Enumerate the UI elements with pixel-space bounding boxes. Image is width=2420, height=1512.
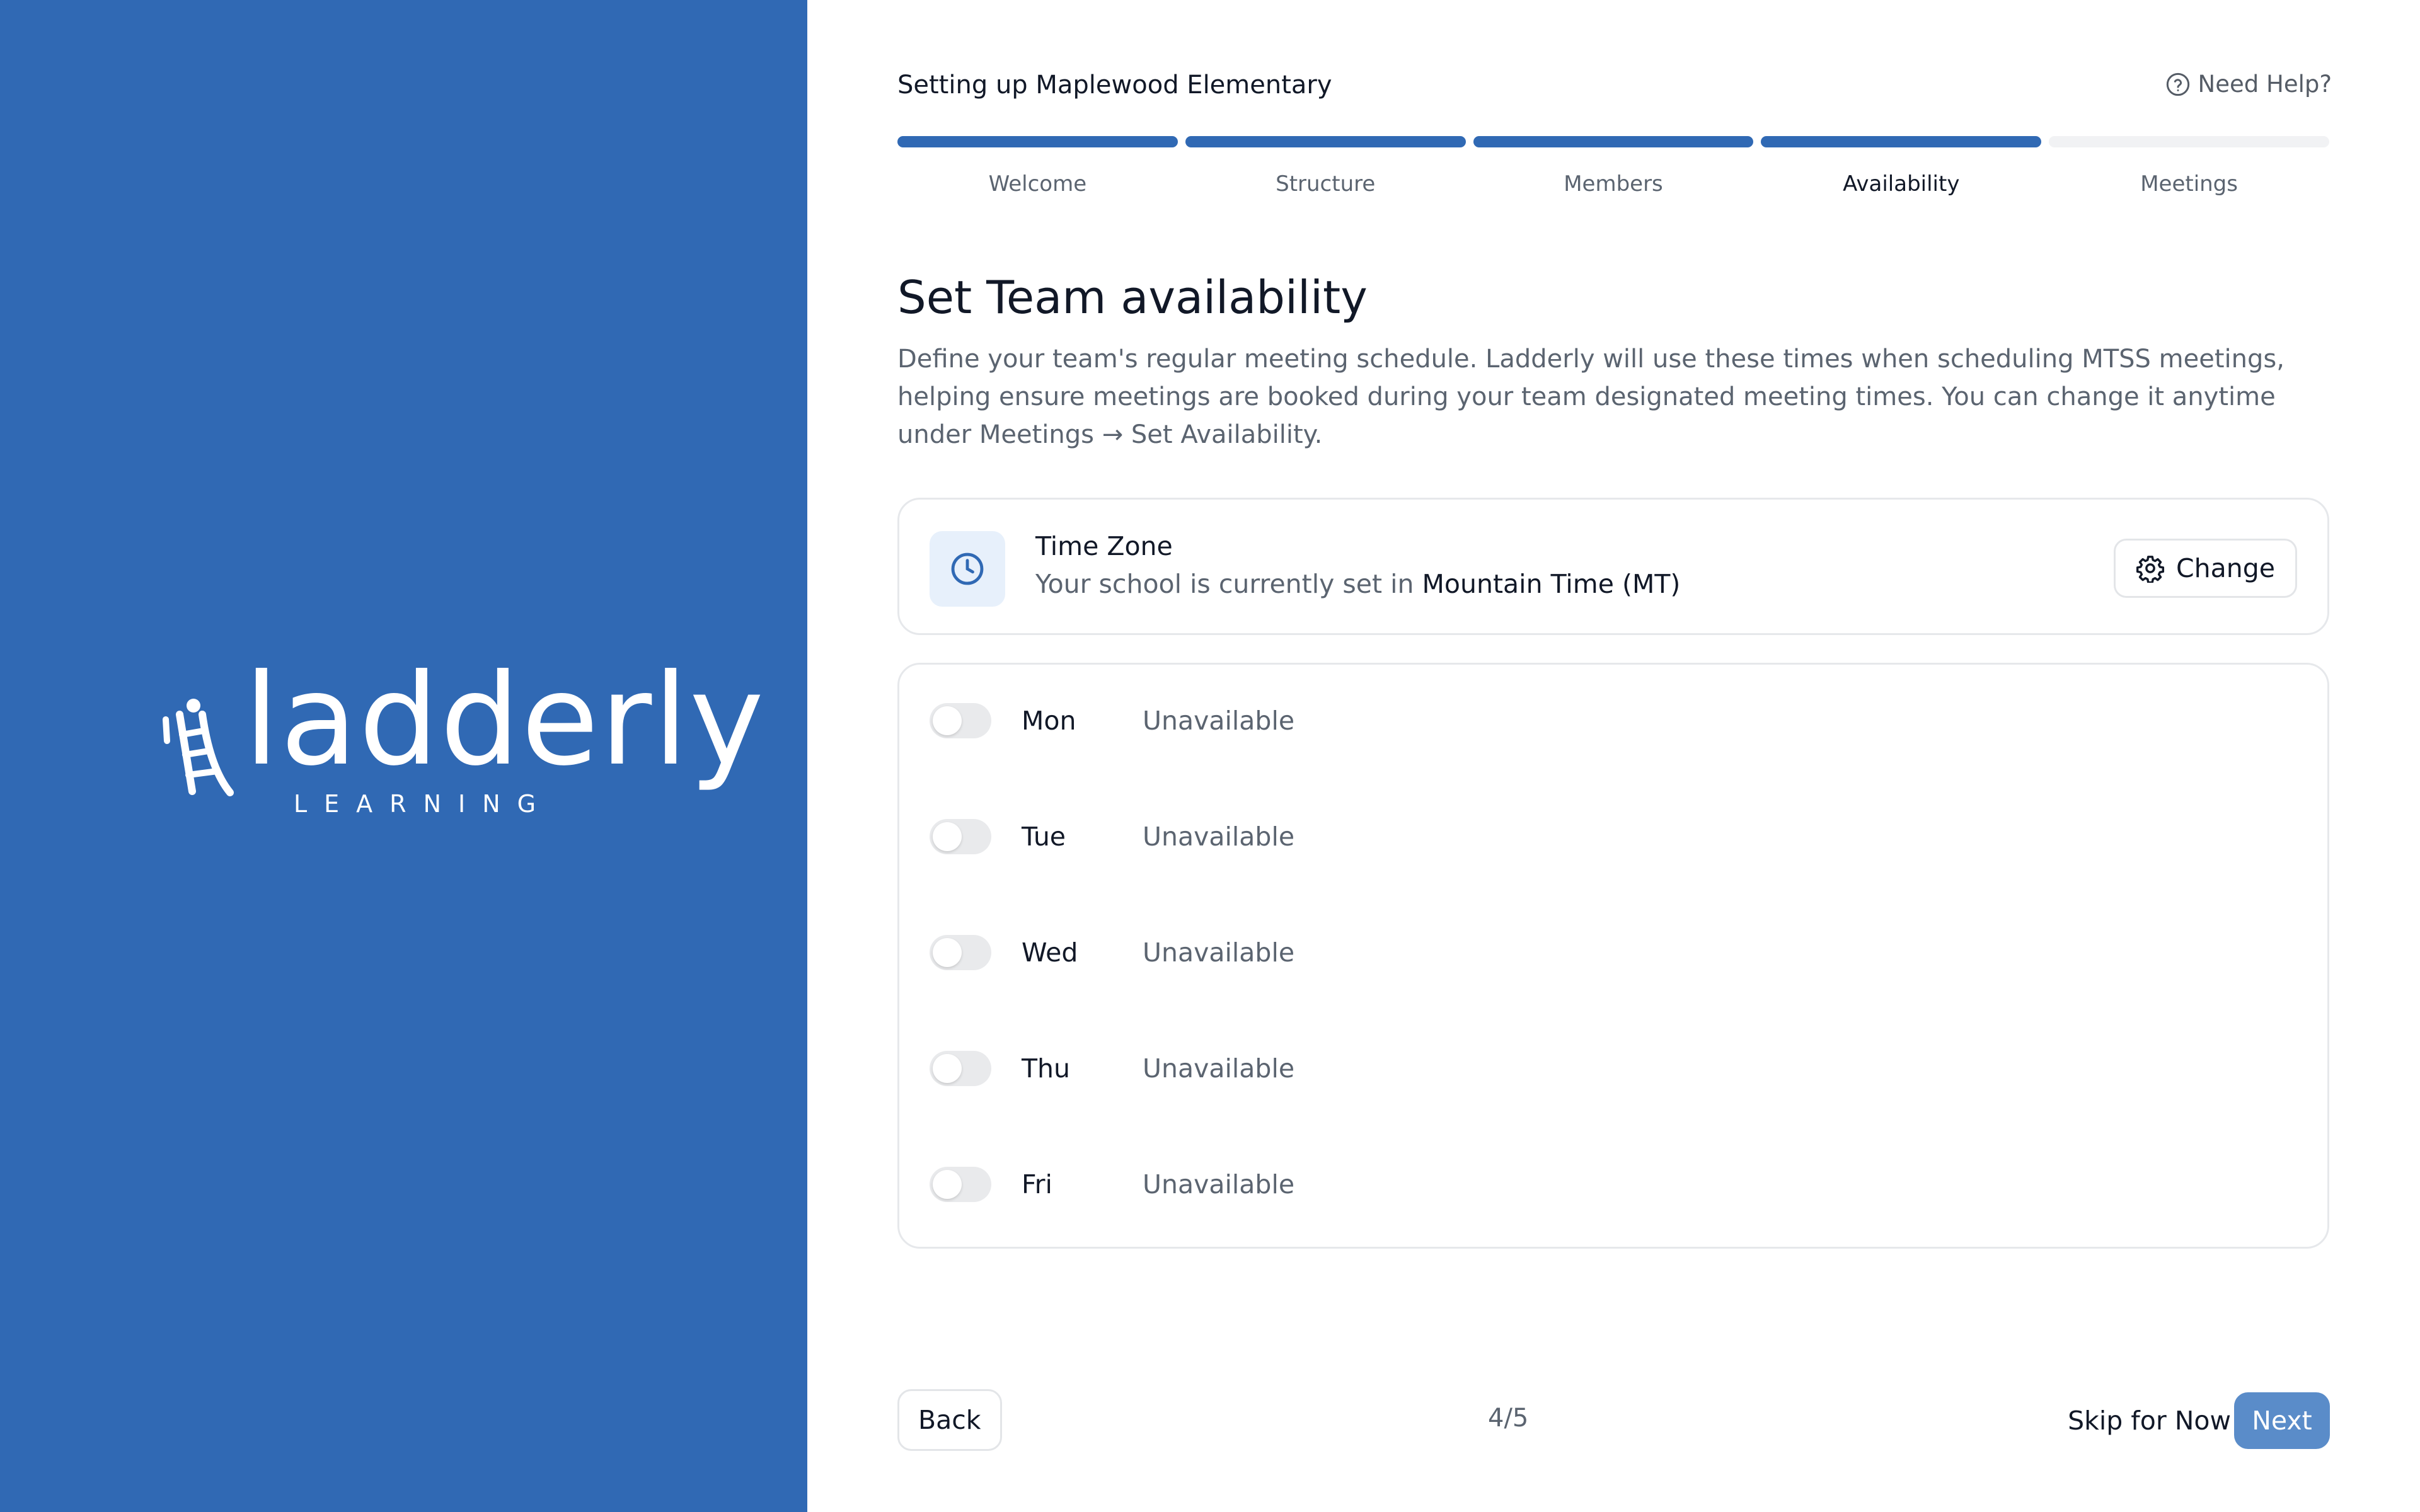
time-zone-text: Your school is currently set in Mountain… xyxy=(1035,569,1680,599)
step-counter: 4/5 xyxy=(1488,1404,1529,1433)
day-status: Unavailable xyxy=(1143,937,1295,968)
stepper-bars xyxy=(897,136,2329,147)
gear-icon xyxy=(2136,556,2165,583)
day-row-wed: Wed Unavailable xyxy=(930,927,1294,978)
step-bar-welcome xyxy=(897,136,1178,147)
need-help-link[interactable]: Need Help? xyxy=(2165,71,2332,98)
day-toggle-wed[interactable] xyxy=(930,935,991,970)
change-button-label: Change xyxy=(2176,553,2275,583)
step-bar-members xyxy=(1473,136,1754,147)
day-name: Mon xyxy=(1022,706,1076,736)
day-status: Unavailable xyxy=(1143,706,1295,736)
clock-icon xyxy=(951,553,984,585)
onboarding-main: Setting up Maplewood Elementary Need Hel… xyxy=(807,0,2420,1512)
time-zone-value: Mountain Time (MT) xyxy=(1422,569,1681,599)
step-label-members: Members xyxy=(1564,171,1663,197)
day-status: Unavailable xyxy=(1143,1053,1295,1084)
weekly-availability-card: Mon Unavailable Tue Unavailable Wed Unav… xyxy=(897,663,2329,1249)
step-label-availability: Availability xyxy=(1843,171,1960,197)
step-label-meetings: Meetings xyxy=(2140,171,2238,197)
day-name: Wed xyxy=(1022,937,1078,968)
progress-stepper: Welcome Structure Members Availability M… xyxy=(897,136,2329,197)
step-label-welcome: Welcome xyxy=(988,171,1087,197)
help-circle-icon xyxy=(2166,72,2189,96)
step-label-structure: Structure xyxy=(1276,171,1376,197)
page-header-title: Setting up Maplewood Elementary xyxy=(897,71,1332,100)
day-status: Unavailable xyxy=(1143,822,1295,852)
stepper-labels: Welcome Structure Members Availability M… xyxy=(897,171,2329,197)
need-help-label: Need Help? xyxy=(2198,71,2332,98)
page-title: Set Team availability xyxy=(897,271,1368,324)
app-root: ladderly LEARNING Setting up Maplewood E… xyxy=(0,0,2420,1512)
time-zone-icon-box xyxy=(930,531,1005,607)
day-row-mon: Mon Unavailable xyxy=(930,696,1294,746)
brand-panel: ladderly LEARNING xyxy=(0,0,807,1512)
day-toggle-thu[interactable] xyxy=(930,1051,991,1086)
change-time-zone-button[interactable]: Change xyxy=(2114,539,2297,598)
day-toggle-tue[interactable] xyxy=(930,819,991,854)
ladder-logo-icon xyxy=(163,699,234,796)
brand-wordmark: ladderly xyxy=(244,647,766,794)
day-toggle-fri[interactable] xyxy=(930,1167,991,1202)
time-zone-label: Time Zone xyxy=(1035,531,1173,561)
step-bar-structure xyxy=(1185,136,1466,147)
day-row-fri: Fri Unavailable xyxy=(930,1159,1294,1210)
day-name: Thu xyxy=(1022,1053,1071,1084)
skip-for-now-button[interactable]: Skip for Now xyxy=(2068,1392,2231,1449)
next-button[interactable]: Next xyxy=(2234,1392,2330,1449)
time-zone-prefix: Your school is currently set in xyxy=(1035,569,1414,599)
step-bar-meetings xyxy=(2049,136,2329,147)
time-zone-card: Time Zone Your school is currently set i… xyxy=(897,498,2329,635)
day-row-tue: Tue Unavailable xyxy=(930,811,1294,862)
day-row-thu: Thu Unavailable xyxy=(930,1043,1294,1094)
day-name: Tue xyxy=(1022,822,1066,852)
back-button[interactable]: Back xyxy=(897,1389,1002,1451)
day-name: Fri xyxy=(1022,1169,1052,1200)
step-bar-availability xyxy=(1761,136,2042,147)
page-description: Define your team's regular meeting sched… xyxy=(897,345,2285,449)
brand-tagline: LEARNING xyxy=(294,790,553,818)
day-toggle-mon[interactable] xyxy=(930,703,991,738)
day-status: Unavailable xyxy=(1143,1169,1295,1200)
brand-logo: ladderly LEARNING xyxy=(161,658,764,827)
